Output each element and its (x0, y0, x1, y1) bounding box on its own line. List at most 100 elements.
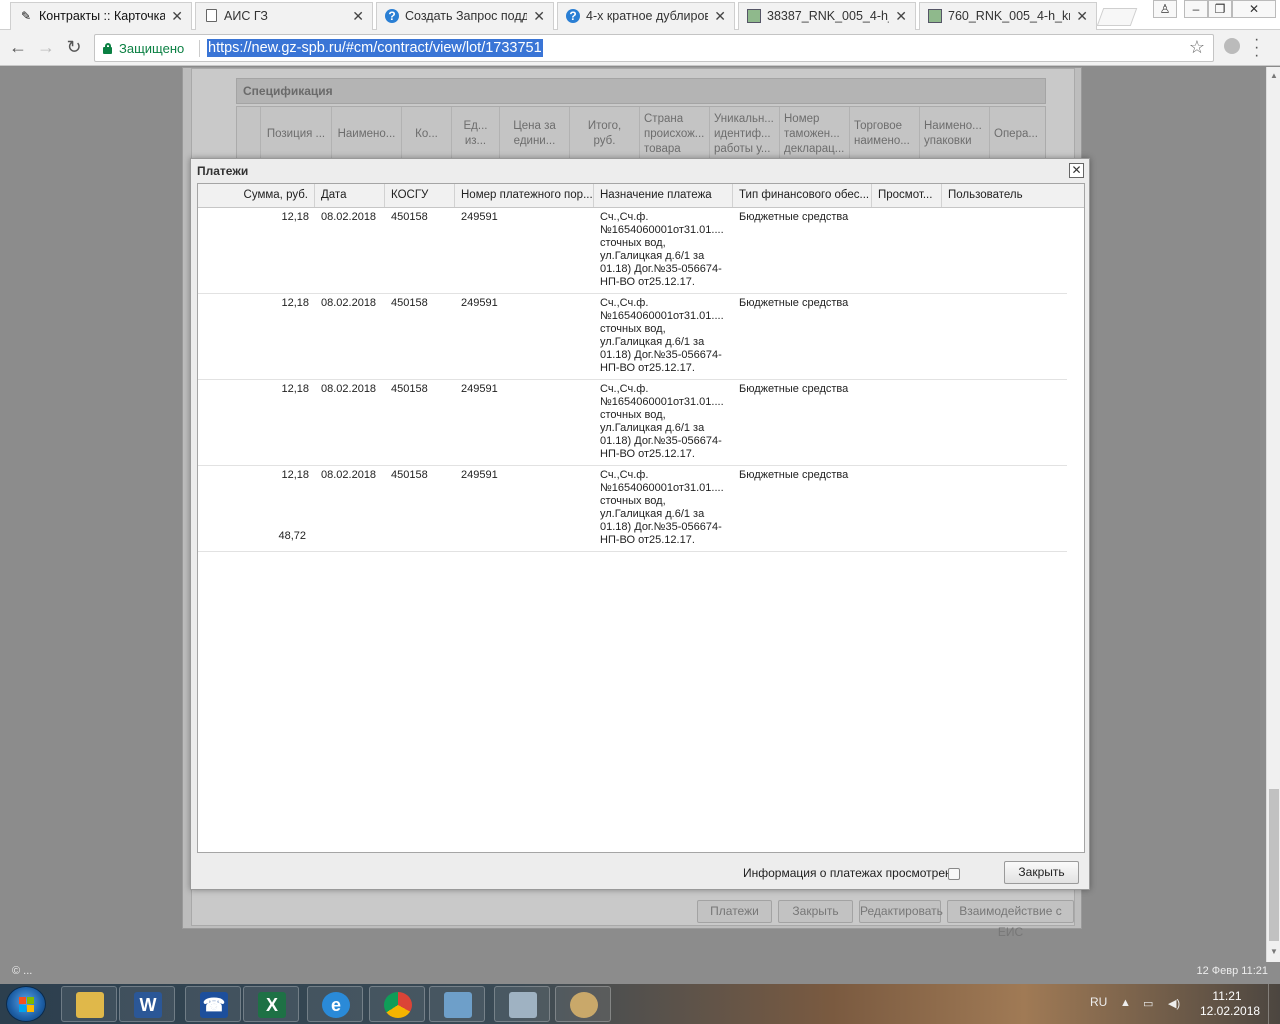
dialog-title: Платежи (197, 164, 249, 178)
spec-col-header[interactable]: Опера... (990, 107, 1045, 161)
col-header-payment-number[interactable]: Номер платежного пор... (455, 184, 594, 207)
network-icon[interactable]: ▭ (1143, 997, 1153, 1010)
back-icon[interactable]: ← (6, 36, 30, 60)
reload-icon[interactable]: ↻ (62, 36, 86, 60)
col-header-viewed[interactable]: Просмот... (872, 184, 942, 207)
ack-label: Информация о платежах просмотрена (743, 866, 959, 880)
spec-col-header[interactable]: Итого, руб. (570, 107, 640, 161)
volume-icon[interactable]: ◀) (1168, 997, 1180, 1010)
spec-table-header: Позиция ... Наимено... Ко... Ед... из...… (236, 106, 1046, 162)
taskbar-scanner[interactable] (494, 986, 550, 1022)
taskbar-ie[interactable]: e (307, 986, 363, 1022)
tab-duplication[interactable]: ? 4-х кратное дублиров ✕ (557, 2, 735, 30)
payments-button[interactable]: Платежи (697, 900, 772, 923)
payments-dialog: Платежи ✕ Сумма, руб. Дата КОСГУ Номер п… (190, 158, 1090, 890)
tab-ais-gz[interactable]: АИС ГЗ ✕ (195, 2, 373, 30)
col-header-user[interactable]: Пользователь (942, 184, 1084, 207)
scroll-thumb[interactable] (1269, 789, 1279, 941)
tray-expand-icon[interactable]: ▲ (1120, 997, 1131, 1009)
forward-icon[interactable]: → (34, 36, 58, 60)
ack-checkbox[interactable] (948, 868, 960, 880)
taskbar-photos[interactable] (429, 986, 485, 1022)
document-icon (206, 9, 217, 22)
taskbar-paint[interactable] (555, 986, 611, 1022)
tab-close-icon[interactable]: ✕ (533, 3, 545, 29)
spec-col-header[interactable]: Уникальн... идентиф... работы у... (710, 107, 780, 161)
url-text[interactable]: https://new.gz-spb.ru/#cm/contract/view/… (207, 39, 543, 57)
cell-date: 08.02.2018 (321, 297, 377, 309)
col-header-date[interactable]: Дата (315, 184, 385, 207)
restore-button[interactable]: ❐ (1208, 0, 1232, 18)
cell-finance-type: Бюджетные средства (739, 211, 849, 223)
payment-row[interactable]: 12,18 08.02.2018 450158 249591 Сч.,Сч.ф.… (198, 380, 1067, 466)
payment-row[interactable]: 12,18 08.02.2018 450158 249591 Сч.,Сч.ф.… (198, 466, 1067, 552)
spec-col-header[interactable]: Наимено... (332, 107, 402, 161)
clock-date: 12.02.2018 (1200, 1004, 1261, 1018)
tab-image-38387[interactable]: 38387_RNK_005_4-h_k ✕ (738, 2, 916, 30)
browser-toolbar: ← → ↻ Защищено https://new.gz-spb.ru/#cm… (0, 30, 1280, 66)
spec-col-header[interactable]: Наимено... упаковки (920, 107, 990, 161)
edit-button[interactable]: Редактировать (859, 900, 943, 923)
cell-payment-number: 249591 (461, 297, 498, 309)
tab-close-icon[interactable]: ✕ (714, 3, 726, 29)
tab-close-icon[interactable]: ✕ (352, 3, 364, 29)
close-window-button[interactable]: ✕ (1232, 0, 1276, 18)
taskbar-phone[interactable]: ☎ (185, 986, 241, 1022)
col-header-finance-type[interactable]: Тип финансового обес... (733, 184, 872, 207)
lock-icon (103, 43, 112, 54)
tab-support-request[interactable]: ? Создать Запрос подде ✕ (376, 2, 554, 30)
col-header-purpose[interactable]: Назначение платежа (594, 184, 733, 207)
address-bar[interactable]: Защищено https://new.gz-spb.ru/#cm/contr… (94, 34, 1214, 62)
page-scrollbar[interactable]: ▲ ▼ (1266, 67, 1280, 962)
profile-icon[interactable]: ♙ (1153, 0, 1177, 18)
bookmark-star-icon[interactable]: ☆ (1189, 37, 1205, 58)
spec-col-header[interactable]: Страна происхож... товара (640, 107, 710, 161)
cell-sum: 12,18 (281, 297, 309, 309)
browser-tab-strip: ✎ Контракты :: Карточка ✕ АИС ГЗ ✕ ? Соз… (0, 0, 1280, 30)
cell-purpose: Сч.,Сч.ф. №1654060001от31.01.... сточных… (600, 383, 724, 460)
tab-close-icon[interactable]: ✕ (895, 3, 907, 29)
minimize-button[interactable]: – (1184, 0, 1208, 18)
new-tab-button[interactable] (1096, 8, 1138, 26)
globe-icon: ? (566, 9, 580, 23)
copyright-text: © ... (12, 965, 33, 977)
cell-kosgu: 450158 (391, 297, 428, 309)
taskbar-excel[interactable]: X (243, 986, 299, 1022)
col-header-sum[interactable]: Сумма, руб. (198, 184, 315, 207)
taskbar-chrome[interactable] (369, 986, 425, 1022)
payments-grid: Сумма, руб. Дата КОСГУ Номер платежного … (197, 183, 1085, 853)
close-icon[interactable]: ✕ (1069, 163, 1084, 178)
spec-col-header[interactable]: Цена за едини... (500, 107, 570, 161)
eis-interaction-button[interactable]: Взаимодействие с ЕИС (947, 900, 1074, 939)
tray-clock[interactable]: 11:21 12.02.2018 (1200, 989, 1261, 1019)
start-button[interactable] (6, 986, 46, 1022)
spec-col-header[interactable]: Позиция ... (261, 107, 332, 161)
explorer-icon (76, 992, 104, 1018)
tab-close-icon[interactable]: ✕ (171, 3, 183, 29)
spec-col-header[interactable]: Торговое наимено... (850, 107, 920, 161)
taskbar-explorer[interactable] (61, 986, 117, 1022)
menu-icon[interactable]: · · · (1254, 32, 1259, 64)
spec-col-header[interactable]: Ко... (402, 107, 452, 161)
scroll-up-icon[interactable]: ▲ (1270, 71, 1278, 80)
payment-row[interactable]: 12,18 08.02.2018 450158 249591 Сч.,Сч.ф.… (198, 208, 1067, 294)
extension-icon[interactable] (1224, 38, 1240, 54)
tab-image-760[interactable]: 760_RNK_005_4-h_krat ✕ (919, 2, 1097, 30)
scroll-down-icon[interactable]: ▼ (1270, 947, 1278, 956)
close-button[interactable]: Закрыть (1004, 861, 1079, 884)
windows-logo-icon (19, 997, 35, 1013)
secure-label: Защищено (119, 41, 185, 56)
language-indicator[interactable]: RU (1090, 995, 1107, 1009)
close-card-button[interactable]: Закрыть (778, 900, 853, 923)
taskbar-word[interactable]: W (119, 986, 175, 1022)
cell-sum: 12,18 (281, 469, 309, 481)
spec-col-header[interactable]: Ед... из... (452, 107, 500, 161)
col-header-kosgu[interactable]: КОСГУ (385, 184, 455, 207)
spec-col-header[interactable]: Номер таможен... декларац... (780, 107, 850, 161)
tab-contracts[interactable]: ✎ Контракты :: Карточка ✕ (10, 2, 192, 30)
tab-close-icon[interactable]: ✕ (1076, 3, 1088, 29)
paint-icon (570, 992, 598, 1018)
payment-row[interactable]: 12,18 08.02.2018 450158 249591 Сч.,Сч.ф.… (198, 294, 1067, 380)
show-desktop-button[interactable] (1268, 984, 1280, 1024)
word-icon: W (134, 992, 162, 1018)
